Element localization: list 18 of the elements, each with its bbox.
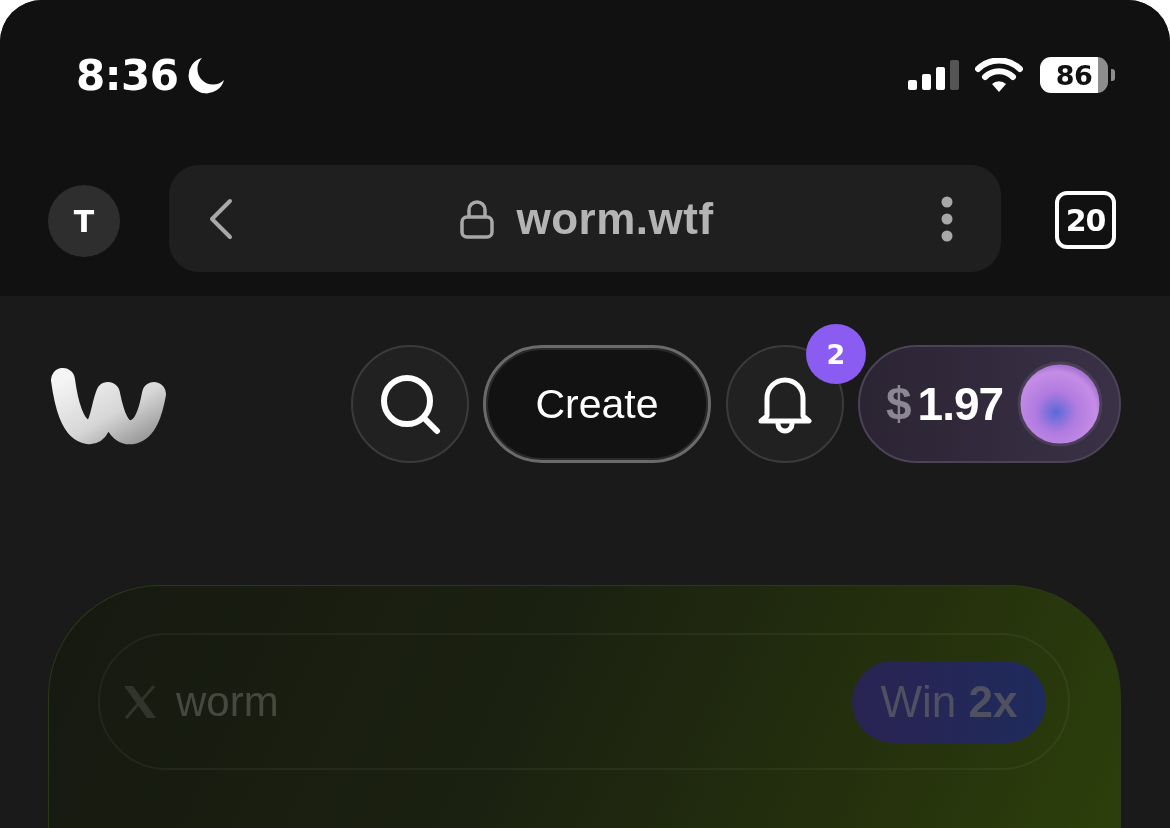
tabs-button[interactable]: 20 [1055, 191, 1116, 249]
more-icon[interactable] [941, 195, 953, 242]
signal-icon [908, 60, 959, 90]
url-text: worm.wtf [516, 193, 714, 244]
search-icon [379, 373, 441, 435]
wifi-icon [975, 58, 1023, 92]
moon-icon [188, 56, 226, 94]
address-bar[interactable]: worm.wtf [169, 165, 1001, 272]
profile-button[interactable]: T [48, 185, 120, 257]
avatar-icon [1017, 361, 1103, 447]
lock-icon [460, 198, 495, 239]
battery-indicator: 86 [1040, 57, 1115, 93]
status-time: 8:36 [76, 50, 179, 100]
balance-button[interactable]: $1.97 [858, 345, 1121, 463]
create-button[interactable]: Create [483, 345, 711, 463]
x-icon [122, 684, 158, 719]
back-icon[interactable] [209, 197, 233, 240]
notification-count: 2 [806, 324, 866, 384]
